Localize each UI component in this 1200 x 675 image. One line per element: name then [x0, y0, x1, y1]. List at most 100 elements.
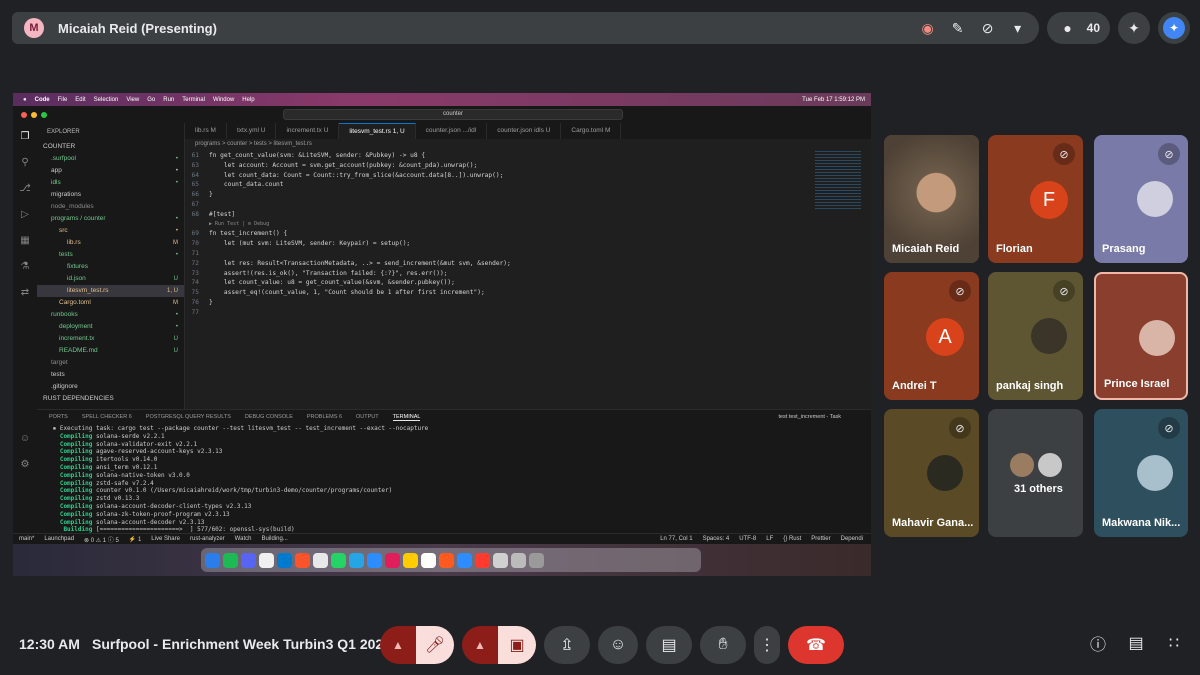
editor-tab[interactable]: Cargo.toml M [561, 123, 622, 139]
minimap[interactable] [815, 151, 861, 211]
tree-item[interactable]: programs / counter • [37, 213, 184, 225]
present-screen-button[interactable]: ⇫ [544, 626, 590, 664]
gemini-button[interactable]: ✦ [1158, 12, 1190, 44]
status-dependi[interactable]: Dependi [841, 536, 863, 542]
dock-app-icon[interactable] [367, 552, 382, 568]
panel-tab[interactable]: POSTGRESQL QUERY RESULTS [146, 414, 231, 421]
tree-item[interactable]: node_modules [37, 201, 184, 213]
dock-app-icon[interactable] [277, 552, 292, 568]
explorer-icon[interactable]: ❐ [13, 123, 37, 149]
remote-icon[interactable]: ⇄ [13, 279, 37, 305]
record-icon[interactable]: ◉ [917, 17, 939, 39]
testing-icon[interactable]: ⚗ [13, 253, 37, 279]
panel-tab[interactable]: OUTPUT [356, 414, 379, 421]
notes-icon[interactable]: ✎ [947, 17, 969, 39]
editor-tab[interactable]: counter.json .../idl [416, 123, 488, 139]
participant-tile[interactable]: ⊘ Mahavir Gana... [884, 409, 979, 537]
code-view[interactable]: 61 fn get_count_value(svm: &LiteSVM, send… [185, 150, 871, 318]
panel-tab[interactable]: DEBUG CONSOLE [245, 414, 293, 421]
tree-item[interactable]: migrations [37, 189, 184, 201]
tree-item[interactable]: tests [37, 369, 184, 381]
editor-tab[interactable]: litesvm_test.rs 1, U [339, 123, 416, 139]
info-icon[interactable]: ⓘ [1086, 631, 1110, 655]
dock-app-icon[interactable] [313, 552, 328, 568]
tree-item[interactable]: deployment • [37, 321, 184, 333]
status-eol[interactable]: LF [766, 536, 773, 542]
mac-menu-help[interactable]: Help [242, 97, 254, 103]
status-rust-analyzer[interactable]: rust-analyzer [190, 536, 225, 542]
dock-app-icon[interactable] [385, 552, 400, 568]
tree-item[interactable]: fixtures [37, 261, 184, 273]
chevron-down-icon[interactable]: ▾ [1007, 17, 1029, 39]
participant-tile[interactable]: ⊘ Prasang [1094, 135, 1188, 263]
tree-item[interactable]: litesvm_test.rs 1, U [37, 285, 184, 297]
editor-tab[interactable]: counter.json idls U [487, 123, 562, 139]
breadcrumb[interactable]: programs > counter > tests > litesvm_tes… [185, 139, 871, 150]
mic-off-icon[interactable]: 🎤︎ [416, 626, 454, 664]
tree-item[interactable]: target [37, 357, 184, 369]
tree-item[interactable]: runbooks • [37, 309, 184, 321]
status-launchpad[interactable]: Launchpad [44, 536, 74, 542]
command-center-search[interactable]: counter [283, 109, 623, 120]
extensions-icon[interactable]: ▦ [13, 227, 37, 253]
participant-tile[interactable]: Micaiah Reid [884, 135, 979, 263]
status-live-share[interactable]: Live Share [151, 536, 180, 542]
terminal-output[interactable]: ▪ Executing task: cargo test --package c… [37, 425, 871, 534]
panel-tab[interactable]: SPELL CHECKER 6 [82, 414, 132, 421]
panel-tab[interactable]: PORTS [49, 414, 68, 421]
mac-menu-edit[interactable]: Edit [75, 97, 85, 103]
dock-app-icon[interactable] [259, 552, 274, 568]
tree-item[interactable]: README.md U [37, 345, 184, 357]
dock-app-icon[interactable] [241, 552, 256, 568]
status-encoding[interactable]: UTF-8 [739, 536, 756, 542]
mac-menu-file[interactable]: File [58, 97, 68, 103]
editor-tab[interactable]: lib.rs M [185, 123, 227, 139]
tree-item[interactable]: tests • [37, 249, 184, 261]
mac-menu-run[interactable]: Run [163, 97, 174, 103]
settings-gear-icon[interactable]: ⚙ [13, 451, 37, 477]
dock-app-icon[interactable] [457, 552, 472, 568]
dock-app-icon[interactable] [511, 552, 526, 568]
dock-app-icon[interactable] [421, 552, 436, 568]
participant-tile[interactable]: F ⊘ Florian [988, 135, 1083, 263]
participant-tile[interactable]: ⊘ pankaj singh [988, 272, 1083, 400]
tree-item[interactable]: RUST DEPENDENCIES [37, 393, 184, 405]
mic-options-chevron-icon[interactable]: ▲ [380, 626, 416, 664]
tree-item[interactable]: lib.rs M [37, 237, 184, 249]
status-language[interactable]: {} Rust [783, 536, 801, 542]
panel-task-label[interactable]: test test_increment - Task [778, 414, 841, 420]
close-window-icon[interactable] [21, 111, 27, 118]
leave-call-button[interactable]: ☎︎ [788, 626, 844, 664]
participant-tile[interactable]: A ⊘ Andrei T [884, 272, 979, 400]
status-prettier[interactable]: Prettier [811, 536, 830, 542]
mac-menu-code[interactable]: Code [35, 97, 50, 103]
dock-app-icon[interactable] [295, 552, 310, 568]
dock-app-icon[interactable] [529, 552, 544, 568]
mac-menu-go[interactable]: Go [147, 97, 155, 103]
tree-item[interactable]: idls • [37, 177, 184, 189]
mac-menu-view[interactable]: View [126, 97, 139, 103]
captions-button[interactable]: ▤ [646, 626, 692, 664]
tree-item[interactable]: .surfpool • [37, 153, 184, 165]
dock-app-icon[interactable] [331, 552, 346, 568]
run-debug-icon[interactable]: ▷ [13, 201, 37, 227]
status-watch[interactable]: Watch [235, 536, 252, 542]
mac-menu-selection[interactable]: Selection [94, 97, 119, 103]
panel-tab[interactable]: PROBLEMS 6 [307, 414, 342, 421]
no-camera-icon[interactable]: ⊘ [977, 17, 999, 39]
dock-app-icon[interactable] [439, 552, 454, 568]
participant-tile[interactable]: Prince Israel [1094, 272, 1188, 400]
account-icon[interactable]: ☺ [13, 425, 37, 451]
camera-options-chevron-icon[interactable]: ▲ [462, 626, 498, 664]
status-indent[interactable]: Spaces: 4 [703, 536, 730, 542]
tree-item[interactable]: increment.tx U [37, 333, 184, 345]
dock-app-icon[interactable] [223, 552, 238, 568]
panel-tab[interactable]: TERMINAL [392, 414, 421, 421]
zoom-window-icon[interactable] [41, 111, 47, 118]
status-problems[interactable]: ⊗ 0 ⚠ 1 ⓘ 5 [84, 535, 119, 544]
more-options-button[interactable]: ⋮ [754, 626, 780, 664]
participant-tile[interactable]: ⊘ Makwana Nik... [1094, 409, 1188, 537]
status-building[interactable]: Building... [261, 536, 287, 542]
effects-button[interactable]: ✦ [1118, 12, 1150, 44]
tree-item[interactable]: src • [37, 225, 184, 237]
